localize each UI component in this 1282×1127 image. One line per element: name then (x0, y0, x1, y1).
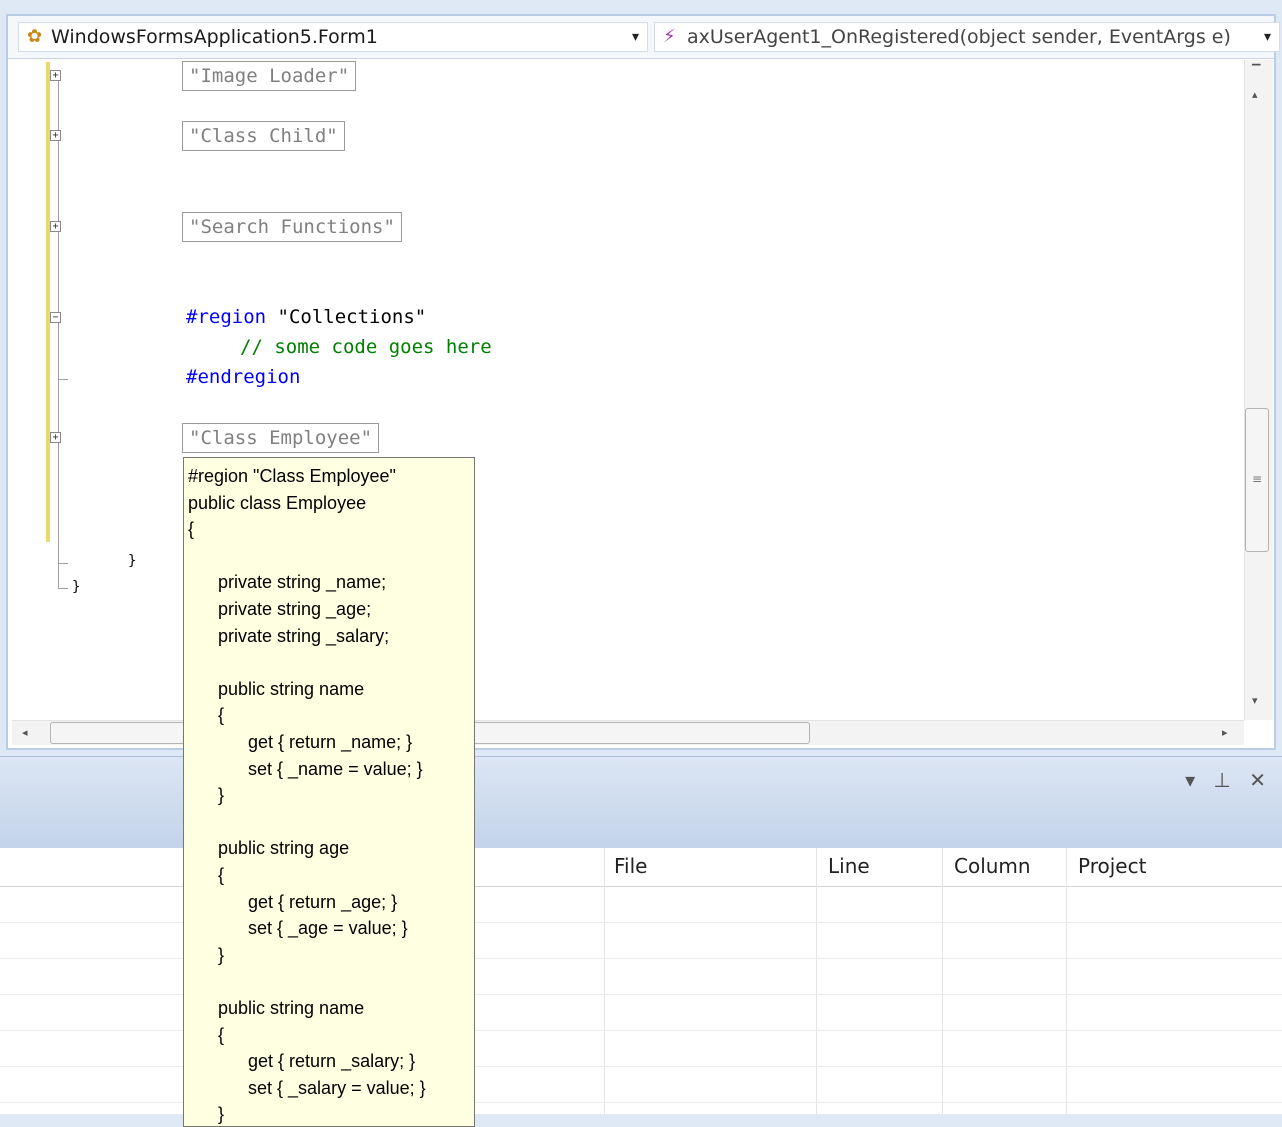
collapsed-region-search-functions[interactable]: "Search Functions" (182, 212, 402, 242)
class-dropdown[interactable]: ✿ WindowsFormsApplication5.Form1 ▾ (18, 22, 648, 52)
tooltip-code-line: set { _name = value; } (188, 758, 423, 779)
outline-end-tick (58, 379, 68, 380)
class-icon: ✿ (27, 26, 43, 47)
scroll-up-arrow-icon[interactable]: ▴ (1252, 88, 1258, 101)
scroll-right-arrow-icon[interactable]: ▸ (1222, 726, 1228, 739)
tooltip-code-line: public string name (188, 678, 365, 699)
tooltip-code-line: } (188, 1104, 225, 1125)
navigation-bar: ✿ WindowsFormsApplication5.Form1 ▾ ⚡ axU… (8, 16, 1280, 59)
column-header-column[interactable]: Column (954, 854, 1031, 878)
tooltip-code-line: { (188, 519, 195, 540)
expand-region-icon[interactable]: + (50, 70, 61, 81)
closing-brace-outer: } (72, 579, 81, 595)
tooltip-code-line: private string _age; (188, 599, 372, 619)
collapsed-region-image-loader[interactable]: "Image Loader" (182, 61, 357, 91)
collapse-region-icon[interactable]: − (50, 312, 61, 323)
outline-guide-line (58, 70, 59, 588)
vertical-scroll-thumb[interactable]: ≡ (1245, 408, 1269, 552)
tooltip-code-line: { (188, 1024, 225, 1045)
tooltip-code-line: private string _salary; (188, 625, 390, 646)
tooltip-code-line: get { return _salary; } (188, 1051, 416, 1072)
event-method-icon: ⚡ (663, 26, 676, 47)
scroll-left-arrow-icon[interactable]: ◂ (22, 726, 28, 739)
tooltip-code-line: public string age (188, 838, 350, 859)
scroll-up-icon[interactable]: ▔ (1252, 64, 1260, 77)
expand-region-icon[interactable]: + (50, 130, 61, 141)
column-separator[interactable] (942, 848, 943, 1114)
member-dropdown[interactable]: ⚡ axUserAgent1_OnRegistered(object sende… (654, 22, 1280, 52)
tooltip-code-line: set { _age = value; } (188, 918, 408, 939)
region-preview-tooltip: #region "Class Employee" public class Emp… (183, 457, 475, 1127)
region-keyword: #region (186, 306, 267, 328)
expand-region-icon[interactable]: + (50, 221, 61, 232)
chevron-down-icon[interactable]: ▾ (1264, 23, 1271, 51)
expand-region-icon[interactable]: + (50, 432, 61, 443)
class-dropdown-label: WindowsFormsApplication5.Form1 (51, 26, 378, 48)
column-header-file[interactable]: File (614, 854, 647, 878)
vertical-scrollbar[interactable] (1244, 60, 1273, 720)
collapsed-region-class-employee[interactable]: "Class Employee" (182, 423, 380, 453)
scroll-down-arrow-icon[interactable]: ▾ (1252, 694, 1258, 707)
closing-brace-inner: } (128, 553, 137, 569)
column-separator[interactable] (604, 848, 605, 1114)
chevron-down-icon[interactable]: ▾ (632, 23, 639, 51)
tooltip-code-line: #region "Class Employee" (188, 466, 396, 486)
endregion-directive-line[interactable]: #endregion (186, 362, 300, 392)
outline-end-tick (58, 563, 68, 564)
column-header-project[interactable]: Project (1078, 854, 1146, 878)
column-separator[interactable] (816, 848, 817, 1114)
tooltip-code-line: { (188, 865, 225, 885)
tooltip-code-line: public string name (188, 998, 365, 1018)
region-name: "Collections" (277, 306, 427, 328)
tooltip-code-line: { (188, 705, 225, 726)
tooltip-code-line: get { return _age; } (188, 891, 398, 912)
panel-window-controls[interactable]: ▾ ⊥ ✕ (1185, 768, 1272, 792)
tooltip-code-line: public class Employee (188, 492, 367, 513)
tooltip-code-line: } (188, 785, 225, 806)
comment-line[interactable]: // some code goes here (240, 332, 492, 362)
collapsed-region-class-child[interactable]: "Class Child" (182, 121, 345, 151)
region-directive-line[interactable]: #region "Collections" (186, 302, 426, 332)
outline-end-tick (58, 588, 68, 589)
column-header-line[interactable]: Line (828, 854, 870, 878)
tooltip-code-line: get { return _name; } (188, 732, 413, 752)
tooltip-code-line: private string _name; (188, 572, 387, 593)
member-dropdown-label: axUserAgent1_OnRegistered(object sender,… (687, 26, 1231, 48)
column-separator[interactable] (1066, 848, 1067, 1114)
tooltip-code-line: } (188, 944, 225, 965)
tooltip-code-line: set { _salary = value; } (188, 1077, 426, 1098)
